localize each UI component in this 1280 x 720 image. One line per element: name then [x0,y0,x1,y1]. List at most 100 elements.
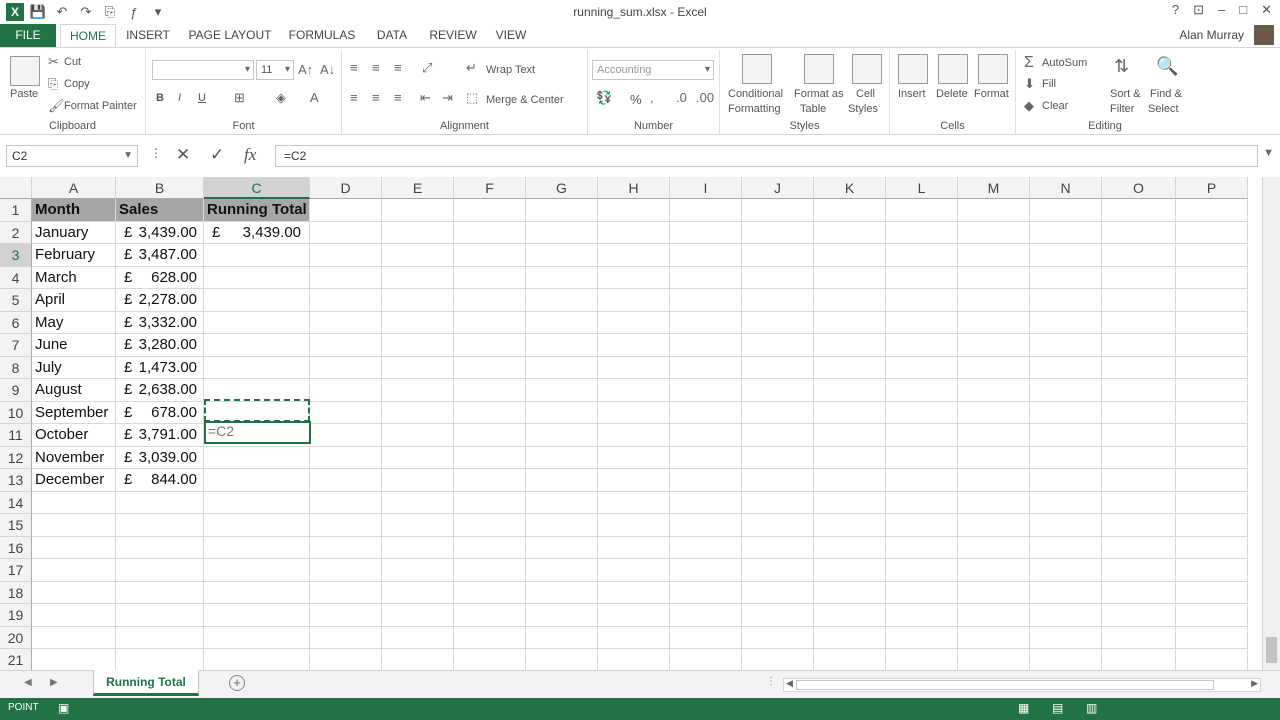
currency-format-icon[interactable]: 💱 [596,90,612,106]
column-header-f[interactable]: F [454,177,526,199]
cell-i9[interactable] [670,379,742,402]
row-header-15[interactable]: 15 [0,514,32,537]
active-cell-c3[interactable]: =C2 [204,421,311,444]
minimize-icon[interactable]: – [1218,2,1225,18]
cell-d14[interactable] [310,491,382,514]
conditional-formatting-button[interactable]: Conditional [728,88,783,100]
cell-j19[interactable] [742,604,814,627]
row-header-16[interactable]: 16 [0,536,32,559]
cell-j1[interactable] [742,199,814,222]
cell-e1[interactable] [382,199,454,222]
cell-b4[interactable]: £628.00 [116,266,204,289]
cell-c19[interactable] [204,604,310,627]
page-layout-view-icon[interactable]: ▤ [1052,701,1063,715]
merge-center-button[interactable]: Merge & Center [486,94,564,106]
macro-record-icon[interactable]: ▣ [58,701,69,715]
cell-m14[interactable] [958,491,1030,514]
vertical-scrollbar[interactable] [1262,177,1280,670]
cell-c4[interactable] [204,266,310,289]
sort-filter-button[interactable]: Sort & [1110,88,1141,100]
cell-n17[interactable] [1030,559,1102,582]
cell-n2[interactable] [1030,221,1102,244]
cell-g5[interactable] [526,289,598,312]
cell-c13[interactable] [204,469,310,492]
cell-i18[interactable] [670,581,742,604]
autosum-button[interactable]: AutoSum [1042,57,1087,69]
cell-h14[interactable] [598,491,670,514]
cell-i16[interactable] [670,536,742,559]
cell-e5[interactable] [382,289,454,312]
expand-formula-icon[interactable]: ▼ [1263,147,1274,159]
help-icon[interactable]: ? [1172,2,1179,18]
cell-m6[interactable] [958,311,1030,334]
normal-view-icon[interactable]: ▦ [1018,701,1029,715]
cell-b19[interactable] [116,604,204,627]
cell-d1[interactable] [310,199,382,222]
name-box[interactable]: C2 ▼ [6,145,138,167]
paste-icon[interactable] [10,56,40,86]
row-header-3[interactable]: 3 [0,244,32,267]
comma-style-icon[interactable]: , [650,90,654,105]
cell-i12[interactable] [670,446,742,469]
row-header-2[interactable]: 2 [0,221,32,244]
cell-l8[interactable] [886,356,958,379]
cell-j2[interactable] [742,221,814,244]
cell-o17[interactable] [1102,559,1176,582]
cell-l9[interactable] [886,379,958,402]
cell-l21[interactable] [886,649,958,670]
cell-g4[interactable] [526,266,598,289]
cell-n14[interactable] [1030,491,1102,514]
cell-g2[interactable] [526,221,598,244]
cell-a16[interactable] [32,536,116,559]
cell-j21[interactable] [742,649,814,670]
tab-review[interactable]: REVIEW [424,24,482,47]
insert-cells-button[interactable]: Insert [898,88,926,100]
cell-m12[interactable] [958,446,1030,469]
cell-a8[interactable]: July [32,356,116,379]
cell-k2[interactable] [814,221,886,244]
cell-b7[interactable]: £3,280.00 [116,334,204,357]
cell-d12[interactable] [310,446,382,469]
cell-g11[interactable] [526,424,598,447]
cell-j3[interactable] [742,244,814,267]
split-handle-icon[interactable]: ⋮ [766,676,776,687]
cell-j7[interactable] [742,334,814,357]
format-painter-button[interactable]: Format Painter [64,100,137,112]
cell-g8[interactable] [526,356,598,379]
cell-j13[interactable] [742,469,814,492]
cell-g16[interactable] [526,536,598,559]
cell-g7[interactable] [526,334,598,357]
cell-p12[interactable] [1176,446,1248,469]
cell-a7[interactable]: June [32,334,116,357]
cell-p21[interactable] [1176,649,1248,670]
worksheet-grid[interactable]: ABCDEFGHIJKLMNOP 1 2 3 4 5 6 7 8 9 10 11 12 13 14 15 16… [0,177,1262,670]
cell-m20[interactable] [958,626,1030,649]
tab-formulas[interactable]: FORMULAS [284,24,360,47]
cell-e3[interactable] [382,244,454,267]
cell-a5[interactable]: April [32,289,116,312]
column-header-e[interactable]: E [382,177,454,199]
column-header-h[interactable]: H [598,177,670,199]
cell-m2[interactable] [958,221,1030,244]
cell-l14[interactable] [886,491,958,514]
cell-k21[interactable] [814,649,886,670]
cell-a20[interactable] [32,626,116,649]
cell-l12[interactable] [886,446,958,469]
page-break-view-icon[interactable]: ▥ [1086,701,1097,715]
middle-align-icon[interactable]: ≡ [372,60,380,75]
cell-k7[interactable] [814,334,886,357]
cell-k11[interactable] [814,424,886,447]
cell-l18[interactable] [886,581,958,604]
user-name[interactable]: Alan Murray [1179,28,1244,42]
cell-i2[interactable] [670,221,742,244]
cell-a9[interactable]: August [32,379,116,402]
fill-color-icon[interactable]: ◈ [276,90,286,106]
cell-a21[interactable] [32,649,116,670]
cell-b16[interactable] [116,536,204,559]
cell-l4[interactable] [886,266,958,289]
cancel-icon[interactable]: ✕ [176,145,190,165]
sort-filter-button-2[interactable]: Filter [1110,103,1134,115]
cell-d3[interactable] [310,244,382,267]
cell-n20[interactable] [1030,626,1102,649]
enter-icon[interactable]: ✓ [210,145,224,165]
